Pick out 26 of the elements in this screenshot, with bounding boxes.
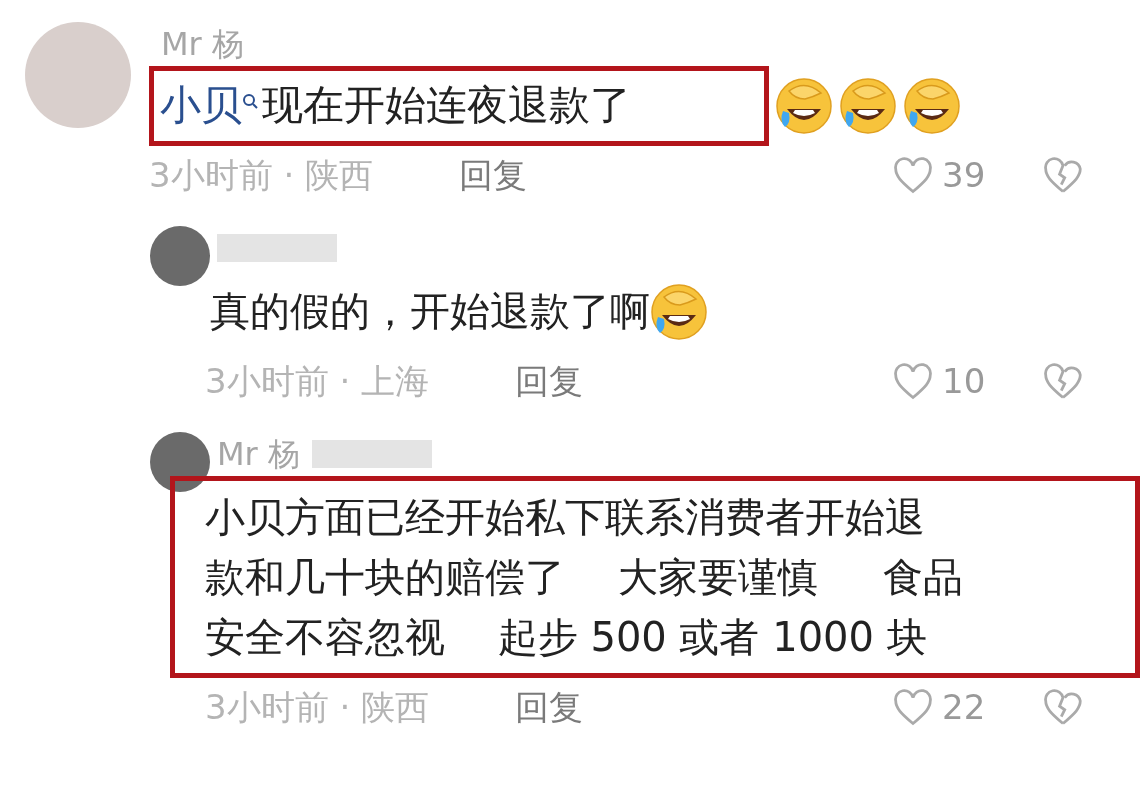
mention-link[interactable]: 小贝	[160, 75, 242, 137]
comment-text: 真的假的，开始退款了啊	[210, 286, 650, 336]
heart-icon[interactable]	[892, 362, 934, 401]
comment-time-location: 3小时前 · 陕西	[149, 154, 375, 197]
heart-icon[interactable]	[892, 688, 934, 727]
commenter-name[interactable]: Mr 杨	[217, 429, 300, 478]
comment-time-location: 3小时前 · 陕西	[205, 686, 431, 729]
comment-text: 现在开始连夜退款了	[262, 80, 631, 131]
heart-icon[interactable]	[892, 156, 934, 195]
broken-heart-icon[interactable]	[1042, 688, 1084, 727]
broken-heart-icon[interactable]	[1042, 156, 1084, 195]
like-count: 22	[942, 686, 986, 729]
laughing-crying-emoji-icon	[839, 76, 897, 135]
reply-link[interactable]: 回复	[459, 150, 527, 201]
laughing-crying-emoji-icon	[775, 76, 833, 135]
comment-text: 小贝方面已经开始私下联系消费者开始退 款和几十块的赔偿了 大家要谨慎 食品 安全不容忽视 起步 500 或者 1000 块	[205, 492, 964, 662]
commenter-name[interactable]: Mr 杨	[161, 20, 244, 68]
comment-time-location: 3小时前 · 上海	[205, 360, 431, 403]
reply-link[interactable]: 回复	[515, 682, 583, 733]
broken-heart-icon[interactable]	[1042, 362, 1084, 401]
like-count: 10	[942, 360, 986, 403]
like-count: 39	[942, 154, 986, 197]
laughing-crying-emoji-icon	[903, 76, 961, 135]
search-icon	[242, 92, 258, 109]
reply-link[interactable]: 回复	[515, 356, 583, 407]
laughing-crying-emoji-icon	[650, 282, 708, 341]
